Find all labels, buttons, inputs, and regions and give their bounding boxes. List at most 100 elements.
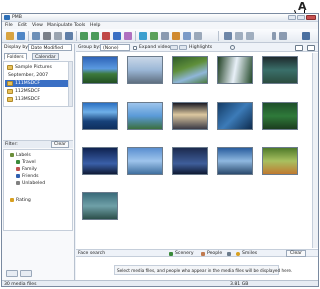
filter-item-labels[interactable]: Labels [6,152,66,159]
close-icon[interactable] [306,15,316,20]
export-icon[interactable] [32,32,40,40]
import-icon[interactable] [6,32,14,40]
filter-header: Filter: Clear [3,140,73,148]
map-icon[interactable] [150,32,158,40]
toolbar-separator [28,31,29,41]
photo-thumbnail[interactable] [172,147,208,175]
thumbnail-view-icon[interactable] [224,32,232,40]
face-clear-button[interactable]: Clear [286,250,307,257]
filter-item-unlabeled[interactable]: Unlabeled [14,180,66,187]
photo-thumbnail[interactable] [127,102,163,130]
highlights-icon[interactable] [179,45,187,50]
tree-item-september-2007[interactable]: September, 2007 [5,72,69,79]
menu-edit[interactable]: Edit [18,23,27,28]
rotate-right-icon[interactable] [91,32,99,40]
zoom-out-icon[interactable] [272,32,276,40]
fullscreen-icon[interactable] [302,32,310,40]
travel-tag-icon [16,160,20,164]
settings-icon[interactable] [194,32,202,40]
web-upload-icon[interactable] [172,32,180,40]
toolbar-separator [135,31,136,41]
tree-item-112msdcf[interactable]: 112MSDCF [5,88,69,95]
menu-manipulate[interactable]: Manipulate [47,23,73,28]
photo-thumbnail[interactable] [82,147,118,175]
search-field-icon[interactable] [230,45,235,50]
filter-item-friends[interactable]: Friends [14,173,66,180]
print-icon[interactable] [43,32,51,40]
filter-label: Filter: [5,142,18,147]
photo-thumbnail[interactable] [217,102,253,130]
slideshow-icon[interactable] [139,32,147,40]
labels-icon [10,153,14,157]
scenery-button[interactable]: Scenery [175,251,194,256]
tree-item-111msdcf[interactable]: 111MSDCF [5,80,69,87]
filter-item-rating[interactable]: Rating [6,197,66,204]
filter-item-travel[interactable]: Travel [14,159,66,166]
expand-videos-checkbox[interactable] [133,46,137,50]
status-bar: 30 media files 3.81 GB [2,280,318,287]
menu-view[interactable]: View [32,23,43,28]
tab-folders[interactable]: Folders [4,53,27,60]
menu-tools[interactable]: Tools [74,23,85,28]
face-message-box: Select media files, and people who appea… [114,265,292,275]
tab-calendar[interactable]: Calendar [32,53,59,60]
disc-icon[interactable] [183,32,191,40]
filter-clear-button[interactable]: Clear [51,141,70,148]
app-icon [4,15,10,20]
photo-thumbnail[interactable] [217,56,253,84]
smiles-button[interactable]: Smiles [242,251,257,256]
photo-thumbnail[interactable] [127,56,163,84]
sync-icon[interactable] [17,32,25,40]
tree-item-sample-pictures[interactable]: Sample Pictures [5,64,69,71]
minimize-icon[interactable] [288,15,296,20]
remove-folder-icon[interactable] [20,270,32,277]
maximize-icon[interactable] [297,15,305,20]
edit-icon[interactable] [124,32,132,40]
face-search-label: Face search [78,251,106,256]
photo-thumbnail[interactable] [172,56,208,84]
status-size: 3.81 GB [230,282,249,287]
list-view-icon[interactable] [235,32,243,40]
group-by-select[interactable]: (None) [100,44,130,51]
small-thumbnail-icon[interactable] [295,45,303,51]
display-by-select[interactable]: Date Modified [28,44,72,51]
photo-thumbnail[interactable] [82,192,118,220]
zoom-in-icon[interactable] [279,32,287,40]
filter-item-label: Unlabeled [22,181,46,186]
tree-item-113msdcf[interactable]: 113MSDCF [5,96,69,103]
status-media-count: 30 media files [4,282,37,287]
tree-scrollbar[interactable] [68,62,72,106]
add-folder-icon[interactable] [6,270,18,277]
photo-thumbnail[interactable] [262,147,298,175]
email-icon[interactable] [65,32,73,40]
burn-disc-icon[interactable] [54,32,62,40]
photo-thumbnail[interactable] [217,147,253,175]
photo-thumbnail[interactable] [127,147,163,175]
tree-item-label: 111MSDCF [15,81,41,86]
filter-item-family[interactable]: Family [14,166,66,173]
filter-item-label: Family [22,167,37,172]
filter-item-label: Travel [22,160,36,165]
delete-icon[interactable] [102,32,110,40]
detail-view-icon[interactable] [246,32,254,40]
photo-thumbnail[interactable] [82,102,118,130]
rotate-left-icon[interactable] [80,32,88,40]
grid-scrollbar[interactable] [312,53,318,248]
photo-thumbnail[interactable] [262,102,298,130]
photo-thumbnail[interactable] [172,102,208,130]
callout-label: A [298,0,307,13]
group-by-label: Group by: [78,45,101,50]
filter-item-label: Labels [16,153,31,158]
label-icon[interactable] [113,32,121,40]
chevron-down-icon[interactable] [227,252,231,256]
rating-star-icon [10,198,14,202]
photo-thumbnail[interactable] [262,56,298,84]
people-button[interactable]: People [207,251,222,256]
photo-thumbnail[interactable] [82,56,118,84]
filter-tree: Labels Travel Family Friends Unlabeled R… [3,149,73,231]
menu-file[interactable]: File [5,23,13,28]
search-icon[interactable] [161,32,169,40]
large-thumbnail-icon[interactable] [307,45,315,51]
menu-help[interactable]: Help [90,23,100,28]
view-all-icon[interactable] [170,45,178,50]
